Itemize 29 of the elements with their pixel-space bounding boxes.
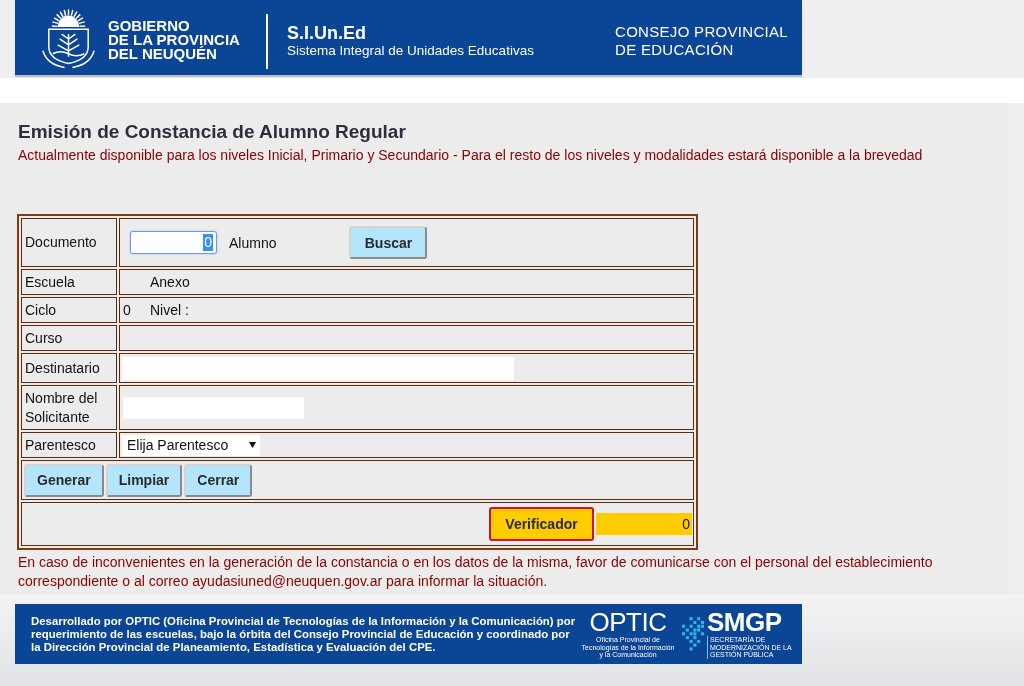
field-label: Curso bbox=[21, 325, 117, 351]
field-label: Destinatario bbox=[21, 353, 117, 383]
field-label: Ciclo bbox=[21, 297, 117, 323]
field-label: Documento bbox=[21, 218, 117, 267]
field-label: Escuela bbox=[21, 269, 117, 295]
dropdown[interactable]: Elija Parentesco bbox=[122, 434, 260, 456]
credits-text: Desarrollado por OPTIC (Oficina Provincial de Tecnologías de la Información y la Comunicación) por requerimiento de las escuelas, bajo la órbita del Consejo Provincial de Educación y coordinado por la Dirección Provincial de Planeamiento, Estadística y Evaluación del CPE. bbox=[31, 614, 576, 654]
government-name: GOBIERNO DE LA PROVINCIA DEL NEUQUÉN bbox=[108, 19, 241, 61]
logo-wordmark: OPTIC bbox=[589, 609, 667, 637]
field-label: Nombre del Solicitante bbox=[21, 385, 117, 430]
field-text: Anexo bbox=[150, 274, 190, 290]
verifier-button[interactable]: Verificador bbox=[489, 507, 594, 541]
student-label: Alumno bbox=[229, 234, 277, 251]
council-name: CONSEJO PROVINCIAL DE EDUCACIÓN bbox=[615, 23, 788, 59]
verifier-field[interactable]: 0 bbox=[596, 513, 692, 535]
clear-button[interactable]: Limpiar bbox=[105, 463, 183, 497]
help-notice: En caso de inconvenientes en la generación de la constancia o en los datos de la misma, favor de comunicarse con el personal del establecimiento correspondiente o al correo ayudasiuned@neuquen.gov.ar para informar la situación. bbox=[18, 553, 934, 591]
search-button[interactable]: Buscar bbox=[349, 226, 428, 259]
system-name: Sistema Integral de Unidades Educativas bbox=[287, 43, 535, 59]
caret-icon bbox=[249, 442, 256, 448]
field-value: 0 bbox=[123, 302, 132, 318]
availability-notice: Actualmente disponible para los niveles Inicial, Primario y Secundario - Para el resto de los niveles y modalidades estará disponible a la brevedad bbox=[18, 147, 924, 163]
page-title: Emisión de Constancia de Alumno Regular bbox=[18, 121, 407, 143]
generate-button[interactable]: Generar bbox=[24, 463, 104, 497]
close-button[interactable]: Cerrar bbox=[184, 463, 253, 497]
system-acronym: S.I.Un.Ed bbox=[287, 23, 367, 43]
field-label: Parentesco bbox=[21, 432, 117, 458]
pixel-grid-icon bbox=[682, 617, 704, 651]
field-text: Nivel : bbox=[150, 302, 189, 318]
